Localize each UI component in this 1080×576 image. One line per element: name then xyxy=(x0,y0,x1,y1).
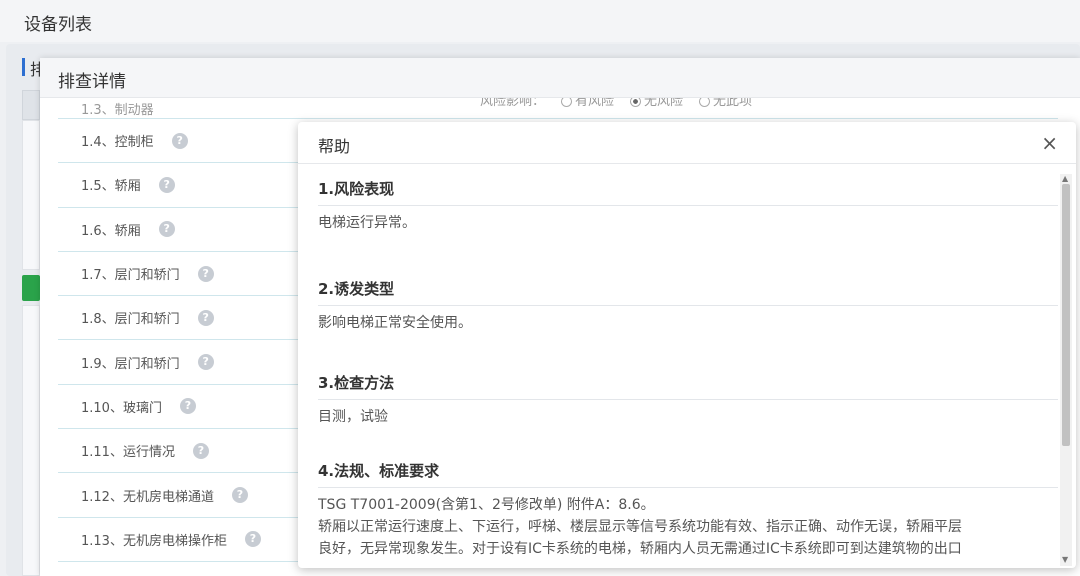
scroll-thumb[interactable] xyxy=(1062,184,1070,446)
regulation-line: 良好，无异常现象发生。对于设有IC卡系统的电梯，轿厢内人员无需通过IC卡系统即可… xyxy=(318,541,962,557)
help-section-risk: 1.风险表现 电梯运行异常。 xyxy=(318,178,1058,234)
help-section-title: 2.诱发类型 xyxy=(318,278,1058,306)
question-circle-icon[interactable]: ? xyxy=(197,354,214,371)
scroll-up-arrow-icon[interactable]: ▲ xyxy=(1062,174,1068,183)
question-circle-icon[interactable]: ? xyxy=(197,309,214,326)
help-section-text: 电梯运行异常。 xyxy=(318,215,416,231)
background-table-header xyxy=(22,90,40,120)
help-dialog-header: 帮助 × xyxy=(298,122,1076,164)
help-dialog: 帮助 × 1.风险表现 电梯运行异常。 2.诱发类型 影响电梯正常安全使用。 3… xyxy=(298,122,1076,568)
regulation-line: TSG T7001-2009(含第1、2号修改单) 附件A：8.6。 xyxy=(318,497,655,513)
help-section-title: 4.法规、标准要求 xyxy=(318,460,1058,488)
question-circle-icon[interactable]: ? xyxy=(192,442,209,459)
question-circle-icon[interactable]: ? xyxy=(158,221,175,238)
scroll-down-arrow-icon[interactable]: ▼ xyxy=(1062,555,1068,564)
help-section-title: 1.风险表现 xyxy=(318,178,1058,206)
question-circle-icon[interactable]: ? xyxy=(158,176,175,193)
help-section-regulation: 4.法规、标准要求 TSG T7001-2009(含第1、2号修改单) 附件A：… xyxy=(318,460,1058,560)
help-section-text: 影响电梯正常安全使用。 xyxy=(318,315,472,331)
help-scrollbar[interactable]: ▲ ▼ xyxy=(1060,174,1072,566)
help-section-title: 3.检查方法 xyxy=(318,372,1058,400)
detail-modal-title: 排查详情 xyxy=(40,58,1080,98)
question-circle-icon[interactable]: ? xyxy=(197,265,214,282)
question-circle-icon[interactable]: ? xyxy=(179,398,196,415)
help-content: 1.风险表现 电梯运行异常。 2.诱发类型 影响电梯正常安全使用。 3.检查方法… xyxy=(318,164,1058,568)
background-table xyxy=(22,120,40,270)
help-section-text: TSG T7001-2009(含第1、2号修改单) 附件A：8.6。 轿厢以正常… xyxy=(318,488,1058,560)
background-action-button[interactable] xyxy=(22,275,40,301)
question-circle-icon[interactable]: ? xyxy=(231,487,248,504)
background-table-rows xyxy=(22,305,40,576)
inspection-item: 1.3、制动器 xyxy=(58,98,1058,119)
help-section-text: 目测，试验 xyxy=(318,409,388,425)
close-icon[interactable]: × xyxy=(1041,131,1058,155)
question-circle-icon[interactable]: ? xyxy=(171,132,188,149)
help-dialog-title: 帮助 xyxy=(318,137,351,156)
help-section-cause: 2.诱发类型 影响电梯正常安全使用。 xyxy=(318,278,1058,334)
section-marker xyxy=(22,58,25,76)
help-section-method: 3.检查方法 目测，试验 xyxy=(318,372,1058,428)
regulation-line: 轿厢以正常运行速度上、下运行，呼梯、楼层显示等信号系统功能有效、指示正确、动作无… xyxy=(318,519,962,535)
question-circle-icon[interactable]: ? xyxy=(244,531,261,548)
page-title: 设备列表 xyxy=(0,0,1080,42)
